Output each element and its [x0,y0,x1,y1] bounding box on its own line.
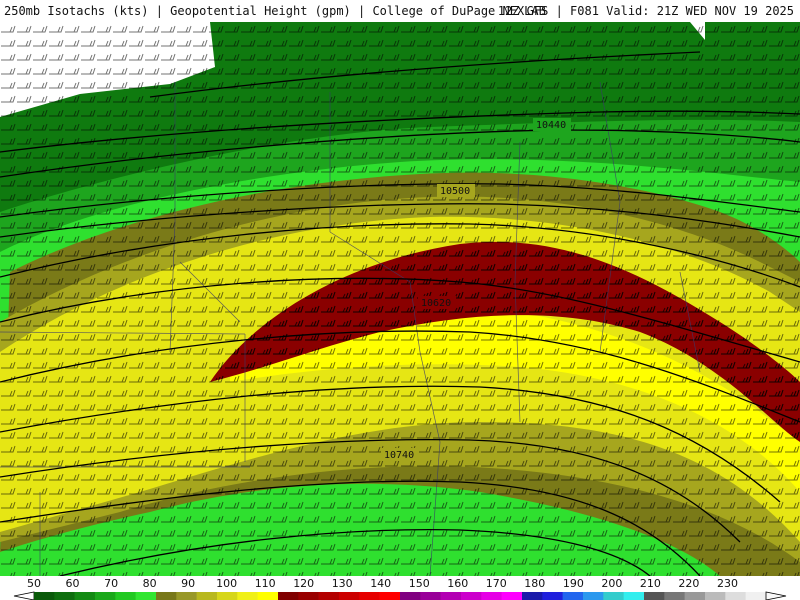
colorbar-tick-label: 140 [370,577,391,590]
colorbar-tick-labels: 50 60 70 80 90 100 110 120 130 140 150 160 170 180 190… [27,577,738,590]
colorbar-tick-label: 210 [640,577,661,590]
height-label-10500: 10500 [440,186,470,197]
colorbar-legend: 50 60 70 80 90 100 110 120 130 140 150 160 170 180 190… [0,576,800,600]
colorbar-swatch [644,592,665,600]
colorbar-tick-label: 230 [717,577,738,590]
colorbar-tick-label: 110 [255,577,276,590]
colorbar-swatch [583,592,604,600]
colorbar-tick-label: 220 [678,577,699,590]
colorbar-swatch [339,592,360,600]
colorbar-swatch [420,592,441,600]
header-bar: 250mb Isotachs (kts) | Geopotential Heig… [0,0,800,22]
colorbar-swatch [237,592,258,600]
colorbar-swatch [156,592,177,600]
colorbar-swatch [684,592,706,600]
colorbar-swatch [54,592,75,600]
colorbar-swatch [278,592,299,600]
colorbar-tick-label: 60 [66,577,80,590]
colorbar-swatch [745,592,767,600]
colorbar-swatch [135,592,157,600]
colorbar-swatch [603,592,624,600]
colorbar-swatch [562,592,584,600]
colorbar-swatch [522,592,543,600]
colorbar-swatches [34,592,767,600]
colorbar-tick-label: 70 [104,577,118,590]
colorbar-swatch [542,592,563,600]
colorbar-swatch [705,592,726,600]
colorbar-swatch [440,592,462,600]
colorbar-swatch [379,592,401,600]
colorbar-swatch [34,592,55,600]
colorbar-tick-label: 90 [181,577,195,590]
colorbar-swatch [501,592,523,600]
header-title: 250mb Isotachs (kts) | Geopotential Heig… [4,4,546,18]
colorbar-swatch [318,592,340,600]
colorbar-swatch [217,592,238,600]
header-model-run: 12Z GFS | F081 Valid: 21Z WED NOV 19 202… [497,4,794,18]
colorbar-tick-label: 150 [409,577,430,590]
colorbar-tick-label: 160 [447,577,468,590]
colorbar-tick-label: 100 [216,577,237,590]
colorbar-left-arrow [13,591,35,600]
height-label-10620: 10620 [421,298,451,309]
colorbar-swatch [74,592,96,600]
colorbar-swatch [725,592,746,600]
height-label-10740: 10740 [384,450,414,461]
colorbar-swatch [196,592,218,600]
colorbar-tick-label: 50 [27,577,41,590]
colorbar-tick-label: 170 [486,577,507,590]
colorbar-swatch [176,592,197,600]
colorbar-tick-label: 80 [143,577,157,590]
colorbar-swatch [481,592,502,600]
colorbar-tick-label: 130 [332,577,353,590]
colorbar-swatch [115,592,136,600]
colorbar-swatch [664,592,685,600]
colorbar-tick-label: 190 [563,577,584,590]
colorbar-swatch [298,592,319,600]
height-label-10440: 10440 [536,120,566,131]
colorbar-swatch [257,592,279,600]
isotach-map: 10440 10500 10620 10740 [0,22,800,576]
colorbar-swatch [95,592,116,600]
colorbar-right-arrow [765,591,787,600]
colorbar-swatch [461,592,482,600]
colorbar-tick-label: 180 [524,577,545,590]
colorbar-swatch [400,592,421,600]
colorbar-tick-label: 120 [293,577,314,590]
colorbar-swatch [623,592,645,600]
colorbar-swatch [359,592,380,600]
colorbar-tick-label: 200 [601,577,622,590]
